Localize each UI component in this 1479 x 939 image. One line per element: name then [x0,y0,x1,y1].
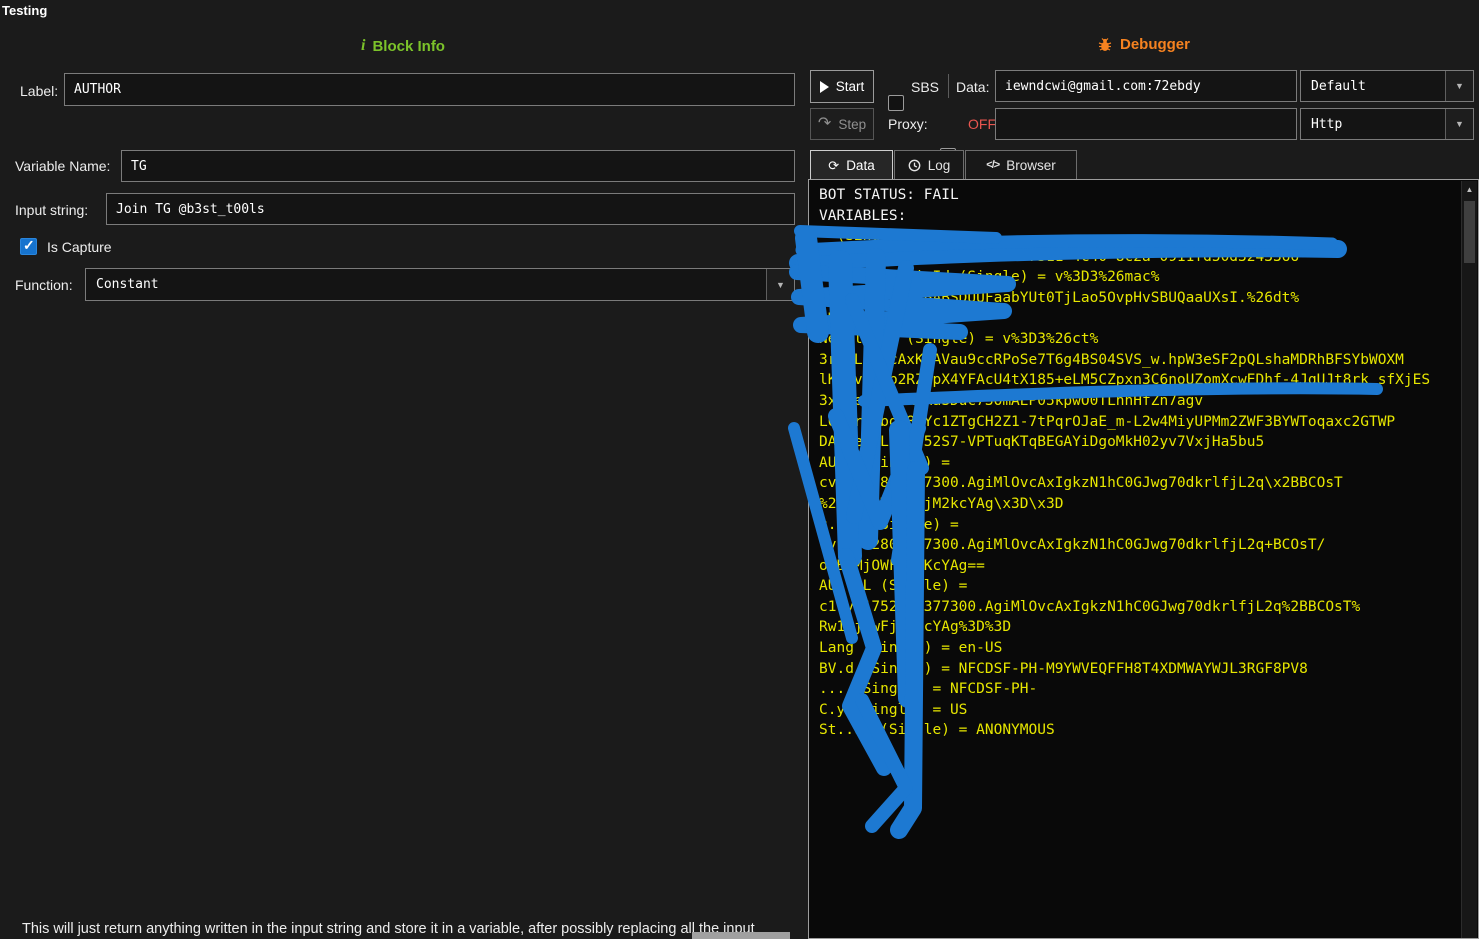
console-line: NetflixId (Single) = v%3D3%26ct% [819,329,1478,350]
tab-title[interactable]: Testing [2,3,47,18]
console-line: %2FoTB1MjOwFjM2kcYAg\x3D\x3D [819,494,1478,515]
console-line: ....(Single) = NFCDSF-PH- [819,679,1478,700]
console-line: cv.1752802377300.AgiMlOvcAxIgkzN1hC0GJwg… [819,473,1478,494]
history-icon [908,159,921,172]
step-button[interactable]: ↷ Step [810,108,874,140]
tab-data[interactable]: ⟳ Data [810,150,893,179]
tab-log[interactable]: Log [894,150,964,179]
data-input[interactable] [995,70,1297,102]
play-icon [820,81,829,93]
tab-log-label: Log [928,158,951,173]
console-line: BOT STATUS: FAIL [819,185,1478,206]
tab-browser[interactable]: </> Browser [965,150,1077,179]
info-icon: i [361,37,365,55]
start-button-label: Start [836,79,865,94]
refresh-icon: ⟳ [828,159,839,172]
proxy-type-value: Http [1301,117,1342,132]
block-info-title: Block Info [372,38,445,55]
variable-name-input[interactable] [121,150,795,182]
debugger-header: Debugger [808,36,1479,53]
console-line: (Single) = [819,226,1478,247]
chevron-down-icon[interactable]: ▼ [1445,109,1473,139]
console-line: DAUyevbLnhqn52S7-VPTuqKTqBEGAYiDgoMkH02y… [819,432,1478,453]
start-button[interactable]: Start [810,70,874,103]
debugger-title: Debugger [1120,36,1190,53]
debugger-console: BOT STATUS: FAILVARIABLES: (Single) =fb_… [808,179,1479,939]
function-select[interactable]: Constant ▼ [85,268,795,301]
console-line: cv.1752802377300.AgiMlOvcAxIgkzN1hC0GJwg… [819,535,1478,556]
tab-data-label: Data [846,158,875,173]
console-line: St..us (Single) = ANONYMOUS [819,720,1478,741]
console-line: oTB1MjOWFjM2KcYAg== [819,556,1478,577]
data-caption: Data: [956,79,989,95]
step-arrow-icon: ↷ [818,116,831,132]
is-capture-checkbox[interactable] [20,238,37,255]
chevron-down-icon[interactable]: ▼ [766,269,794,300]
proxy-type-select[interactable]: Http ▼ [1300,108,1474,140]
wordlist-type-select[interactable]: Default ▼ [1300,70,1474,102]
block-info-header: i Block Info [0,37,806,55]
label-input[interactable] [64,73,795,106]
is-capture-label: Is Capture [47,239,112,255]
console-line: Lang (Single) = en-US [819,638,1478,659]
proxy-input[interactable] [995,108,1297,140]
console-line: VARIABLES: [819,206,1478,227]
sbs-label: SBS [911,79,939,95]
console-line: lKNivhphb2RZnpX4YFAcU4tX185+eLM5CZpxn3C6… [819,370,1478,391]
app-window: Testing i Block Info Label: Variable Nam… [0,0,1479,939]
scroll-up-icon[interactable]: ▲ [1462,181,1477,198]
input-string-caption: Input string: [15,202,88,218]
sbs-checkbox[interactable] [888,95,904,111]
vertical-scrollbar[interactable]: ▲ [1461,181,1477,938]
function-value: Constant [86,277,159,292]
step-button-label: Step [838,117,866,132]
code-icon: </> [986,159,999,171]
console-line: C.y (Single) = US [819,700,1478,721]
tab-browser-label: Browser [1006,158,1056,173]
bug-icon [1097,37,1113,53]
toolbar-divider [948,74,949,98]
label-caption: Label: [20,83,58,99]
chevron-down-icon[interactable]: ▼ [1445,71,1473,101]
input-string-input[interactable] [106,193,795,225]
variable-name-caption: Variable Name: [15,158,110,174]
console-line: c1.v.1752802377300.AgiMlOvcAxIgkzN1hC0GJ… [819,597,1478,618]
block-description: This will just return anything written i… [22,921,792,937]
console-line: AUTH (Single) = [819,453,1478,474]
console-line: BV.d (Single) = NFCDSF-PH-M9YWVEQFFH8T4X… [819,659,1478,680]
console-line: 3rgjL0OvcAxK8AVau9ccRPoSe7T6g4BS04SVS_w.… [819,350,1478,371]
wordlist-type-value: Default [1301,79,1366,94]
console-line: fb_ssn (Single) = e49b7-7311-4c40-8c2a-0… [819,247,1478,268]
function-caption: Function: [15,277,73,293]
console-line: 3DAQEABCg.QABABSDUUFaabYUt0TjLao5OvpHvSB… [819,288,1478,309]
console-line: L0wgr9gbqV8JYc1ZTgCH2Z1-7tPqrOJaE_m-L2w4… [819,412,1478,433]
horizontal-scrollbar-thumb[interactable] [692,932,790,939]
proxy-caption: Proxy: [888,116,928,132]
console-line: 3D1750690238025 [819,309,1478,330]
console-line: AU...L (Single) = [819,576,1478,597]
console-line: Rw1.jOwFjM2kcYAg%3D%3D [819,617,1478,638]
vertical-scrollbar-thumb[interactable] [1464,201,1475,263]
console-line: SecureNetflixId (Single) = v%3D3%26mac% [819,267,1478,288]
console-line: c.... (Single) = [819,515,1478,536]
proxy-status-label: OFF [968,116,996,132]
console-output: BOT STATUS: FAILVARIABLES: (Single) =fb_… [819,185,1478,741]
console-line: 3xudedu/buAaMaSDuc73OmAEP05kpwO0TLnnHfZn… [819,391,1478,412]
